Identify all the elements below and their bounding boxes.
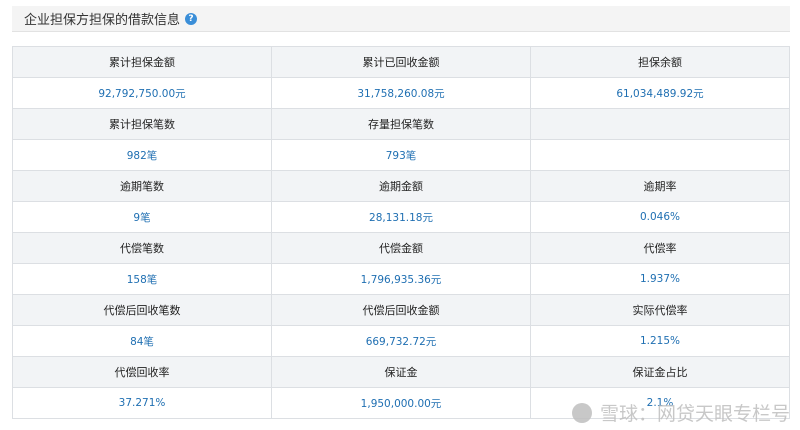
- table-row: 累计担保金额 累计已回收金额 担保余额: [12, 46, 790, 78]
- value-cell: 9笔: [12, 201, 272, 233]
- value-cell: 61,034,489.92元: [530, 77, 790, 109]
- label-cell: 逾期笔数: [12, 170, 272, 202]
- table-row: 84笔 669,732.72元 1.215%: [12, 325, 790, 357]
- label-cell: 保证金占比: [530, 356, 790, 388]
- label-cell: 担保余额: [530, 46, 790, 78]
- table-row: 代偿笔数 代偿金额 代偿率: [12, 232, 790, 264]
- value-cell: 982笔: [12, 139, 272, 171]
- value-cell: [530, 139, 790, 171]
- value-cell: 28,131.18元: [271, 201, 531, 233]
- help-icon[interactable]: ?: [185, 12, 198, 25]
- table-row: 982笔 793笔: [12, 139, 790, 171]
- value-cell: 0.046%: [530, 201, 790, 233]
- table-row: 37.271% 1,950,000.00元 2.1%: [12, 387, 790, 419]
- value-cell: 1,796,935.36元: [271, 263, 531, 295]
- section-title: 企业担保方担保的借款信息: [24, 13, 181, 28]
- value-cell: 84笔: [12, 325, 272, 357]
- label-cell: 代偿金额: [271, 232, 531, 264]
- table-row: 9笔 28,131.18元 0.046%: [12, 201, 790, 233]
- value-cell: 793笔: [271, 139, 531, 171]
- value-cell: 2.1%: [530, 387, 790, 419]
- label-cell: 累计担保笔数: [12, 108, 272, 140]
- label-cell: 逾期率: [530, 170, 790, 202]
- section-header: 企业担保方担保的借款信息 ?: [12, 6, 790, 32]
- label-cell: 存量担保笔数: [271, 108, 531, 140]
- label-cell: 代偿回收率: [12, 356, 272, 388]
- value-cell: 1,950,000.00元: [271, 387, 531, 419]
- table-row: 累计担保笔数 存量担保笔数: [12, 108, 790, 140]
- value-cell: 92,792,750.00元: [12, 77, 272, 109]
- table-row: 代偿回收率 保证金 保证金占比: [12, 356, 790, 388]
- table-row: 158笔 1,796,935.36元 1.937%: [12, 263, 790, 295]
- table-row: 代偿后回收笔数 代偿后回收金额 实际代偿率: [12, 294, 790, 326]
- label-cell: 逾期金额: [271, 170, 531, 202]
- value-cell: 158笔: [12, 263, 272, 295]
- label-cell: 代偿后回收笔数: [12, 294, 272, 326]
- value-cell: 37.271%: [12, 387, 272, 419]
- label-cell: 代偿后回收金额: [271, 294, 531, 326]
- label-cell: 保证金: [271, 356, 531, 388]
- label-cell: 累计担保金额: [12, 46, 272, 78]
- table-row: 逾期笔数 逾期金额 逾期率: [12, 170, 790, 202]
- label-cell: 代偿率: [530, 232, 790, 264]
- value-cell: 669,732.72元: [271, 325, 531, 357]
- loan-info-table: 累计担保金额 累计已回收金额 担保余额 92,792,750.00元 31,75…: [12, 46, 790, 419]
- label-cell: 累计已回收金额: [271, 46, 531, 78]
- label-cell: 代偿笔数: [12, 232, 272, 264]
- table-row: 92,792,750.00元 31,758,260.08元 61,034,489…: [12, 77, 790, 109]
- label-cell: 实际代偿率: [530, 294, 790, 326]
- value-cell: 31,758,260.08元: [271, 77, 531, 109]
- label-cell: [530, 108, 790, 140]
- value-cell: 1.937%: [530, 263, 790, 295]
- value-cell: 1.215%: [530, 325, 790, 357]
